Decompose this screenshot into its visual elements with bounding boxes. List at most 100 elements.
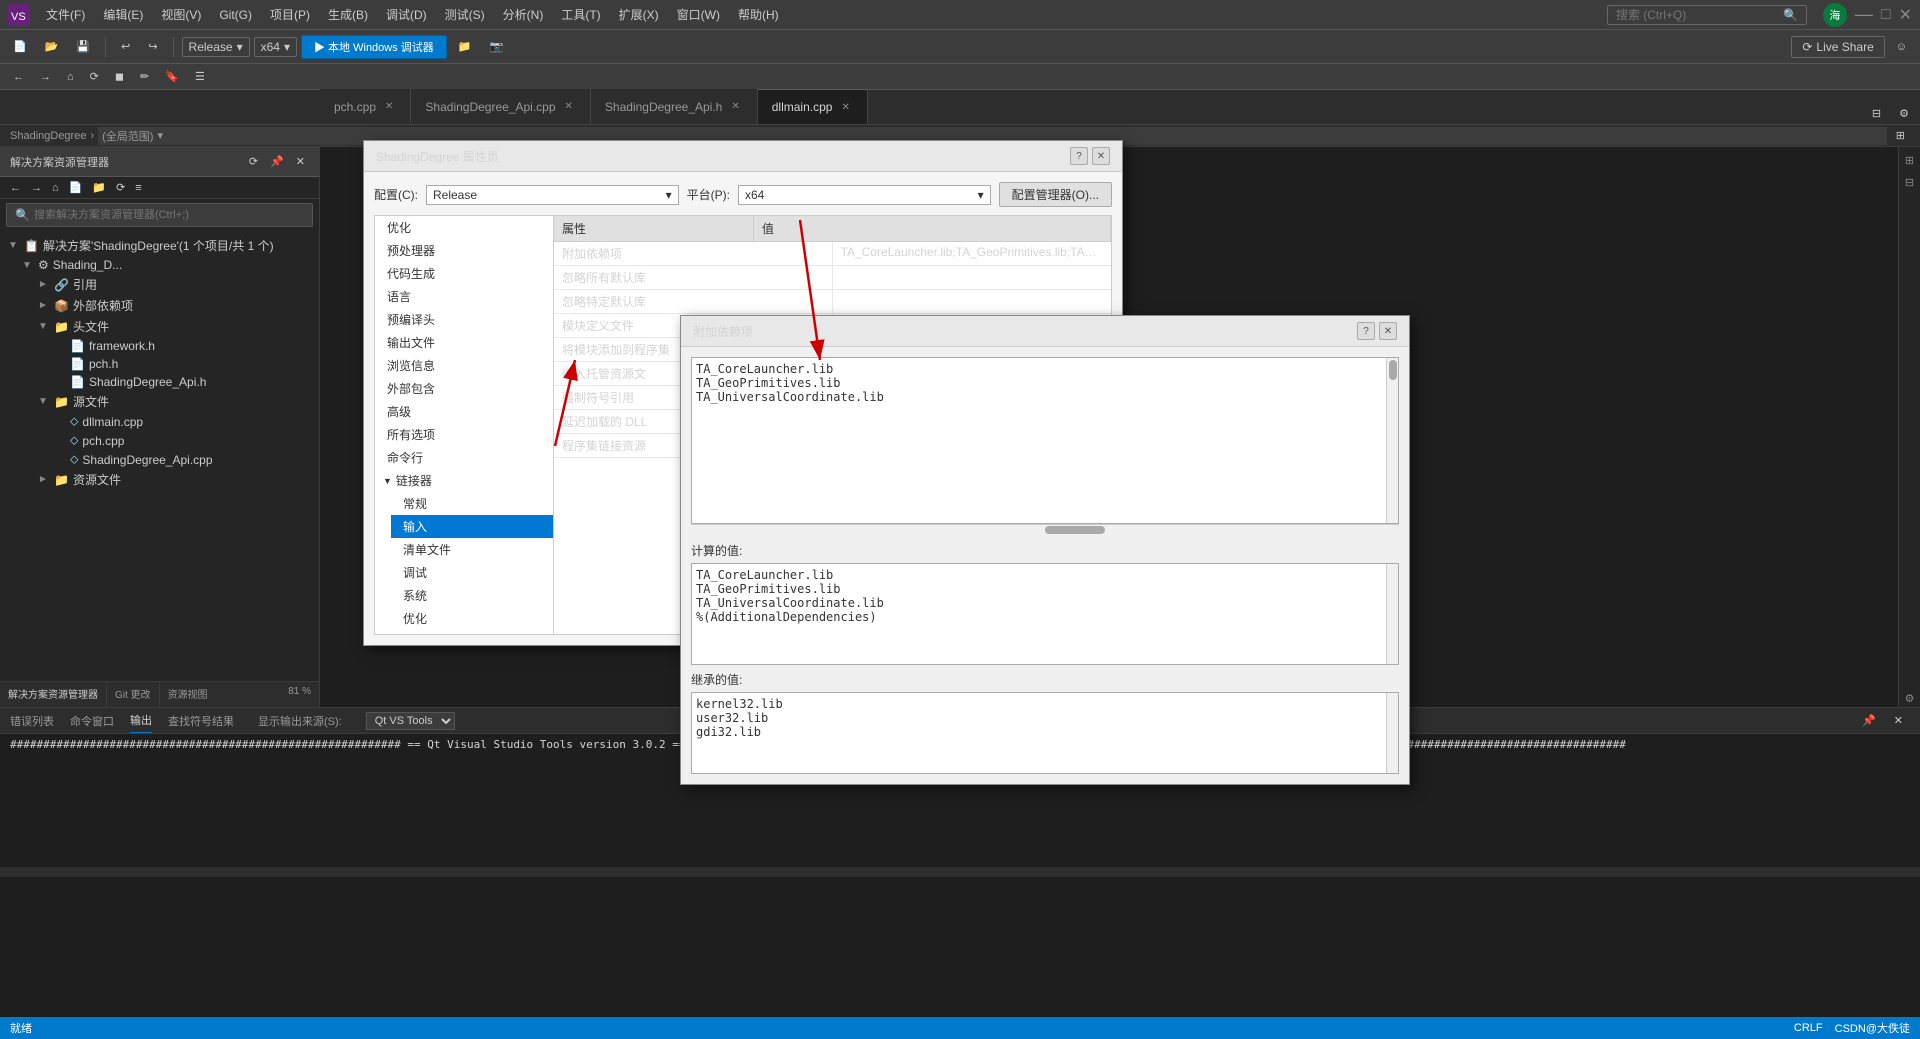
menu-project[interactable]: 项目(P) (262, 2, 318, 27)
addl-dep-textarea[interactable]: TA_CoreLauncher.lib TA_GeoPrimitives.lib… (692, 358, 1386, 523)
tree-shadingdegree-api-h[interactable]: 📄 ShadingDegree_Api.h (0, 373, 319, 391)
prop-cat-linker-system[interactable]: 系统 (391, 584, 553, 607)
prop-row-0[interactable]: 附加依赖项 TA_CoreLauncher.lib;TA_GeoPrimitiv… (554, 242, 1111, 266)
sidebar-new-file-btn[interactable]: 📄 (65, 179, 87, 196)
prop-cat-linker-debug[interactable]: 调试 (391, 561, 553, 584)
tab-api-h[interactable]: ShadingDegree_Api.h ✕ (591, 89, 758, 124)
tree-project[interactable]: ▼ ⚙ Shading_D... (0, 256, 319, 274)
prop-cat-linker-idl[interactable]: 嵌入式 IDL (391, 630, 553, 635)
tree-solution[interactable]: ▼ 📋 解决方案'ShadingDegree'(1 个项目/共 1 个) (0, 235, 319, 256)
output-close-btn[interactable]: ✕ (1887, 712, 1910, 730)
prop-cat-optimize[interactable]: 优化 (375, 216, 553, 239)
prop-group-linker[interactable]: 链接器 (375, 469, 553, 492)
output-tab-output[interactable]: 输出 (130, 708, 152, 733)
run-debugger-btn[interactable]: ▶ 本地 Windows 调试器 (301, 35, 447, 59)
addl-scrollbar-h[interactable] (691, 524, 1399, 536)
sidebar-search-input[interactable] (34, 209, 304, 221)
properties-close-btn[interactable]: ✕ (1092, 147, 1110, 165)
menu-window[interactable]: 窗口(W) (669, 2, 728, 27)
prop-cat-linker-input[interactable]: 输入 (391, 515, 553, 538)
output-tab-command[interactable]: 命令窗口 (70, 709, 114, 733)
toolbar2-home-btn[interactable]: ⌂ (60, 67, 81, 87)
prop-row-2[interactable]: 忽略特定默认库 (554, 290, 1111, 314)
sidebar-tab-git[interactable]: Git 更改 (107, 682, 160, 707)
menu-git[interactable]: Git(G) (211, 4, 260, 26)
sidebar-refresh-btn[interactable]: ⟳ (112, 179, 129, 196)
tab-new-vertical-btn[interactable]: ⊟ (1865, 103, 1888, 124)
tab-dllmain-cpp-close[interactable]: ✕ (838, 101, 852, 114)
prop-cat-advanced[interactable]: 高级 (375, 400, 553, 423)
prop-cat-external[interactable]: 外部包含 (375, 377, 553, 400)
output-source-select[interactable]: Qt VS Tools (366, 712, 455, 730)
menu-build[interactable]: 生成(B) (320, 2, 376, 27)
toolbar2-refresh-btn[interactable]: ⟳ (83, 66, 106, 87)
toolbar2-stop-btn[interactable]: ◼ (108, 66, 131, 87)
prop-cat-output[interactable]: 输出文件 (375, 331, 553, 354)
tree-external-deps[interactable]: ► 📦 外部依赖项 (0, 295, 319, 316)
open-btn[interactable]: 📂 (38, 36, 66, 57)
tab-api-cpp[interactable]: ShadingDegree_Api.cpp ✕ (411, 89, 591, 124)
camera-btn[interactable]: 📷 (483, 36, 511, 57)
prop-cat-browse[interactable]: 浏览信息 (375, 354, 553, 377)
menu-edit[interactable]: 编辑(E) (95, 2, 151, 27)
sidebar-forward-btn[interactable]: → (27, 180, 46, 196)
toolbar2-find-btn[interactable]: 🔖 (158, 66, 186, 87)
menu-extensions[interactable]: 扩展(X) (611, 2, 667, 27)
tree-framework-h[interactable]: 📄 framework.h (0, 337, 319, 355)
sidebar-tab-solution[interactable]: 解决方案资源管理器 (0, 682, 107, 707)
toolbar2-forward-btn[interactable]: → (33, 67, 58, 87)
breadcrumb-dropdown-icon[interactable]: ▾ (157, 129, 163, 142)
config-dropdown-dialog[interactable]: Release ▾ (426, 185, 679, 205)
tree-dllmain-cpp[interactable]: ⬦ dllmain.cpp (0, 412, 319, 431)
prop-cat-pch[interactable]: 预编译头 (375, 308, 553, 331)
minimize-btn[interactable]: — (1855, 4, 1873, 25)
tree-references[interactable]: ► 🔗 引用 (0, 274, 319, 295)
output-scrollbar-h[interactable] (0, 867, 1920, 877)
prop-cat-linker-manifest[interactable]: 清单文件 (391, 538, 553, 561)
addl-textarea-scrollbar[interactable] (1386, 358, 1398, 523)
arch-dropdown[interactable]: x64 ▾ (254, 37, 297, 57)
sidebar-search-box[interactable]: 🔍 (6, 203, 313, 227)
prop-cat-preprocessor[interactable]: 预处理器 (375, 239, 553, 262)
output-tab-find[interactable]: 查找符号结果 (168, 709, 234, 733)
tree-shadingdegree-api-cpp[interactable]: ⬦ ShadingDegree_Api.cpp (0, 450, 319, 469)
new-file-btn[interactable]: 📄 (6, 36, 34, 57)
right-panel-btn-bottom[interactable]: ⚙ (1901, 689, 1919, 707)
redo-btn[interactable]: ↪ (141, 36, 164, 57)
menu-test[interactable]: 测试(S) (437, 2, 493, 27)
tab-pch-cpp[interactable]: pch.cpp ✕ (320, 89, 411, 124)
menu-debug[interactable]: 调试(D) (378, 2, 435, 27)
toolbar2-back-btn[interactable]: ← (6, 67, 31, 87)
addl-dep-close-btn[interactable]: ✕ (1379, 322, 1397, 340)
prop-cat-linker-optimize[interactable]: 优化 (391, 607, 553, 630)
tab-api-h-close[interactable]: ✕ (728, 100, 742, 113)
menu-help[interactable]: 帮助(H) (730, 2, 787, 27)
right-panel-btn-2[interactable]: ⊟ (1901, 173, 1919, 191)
tab-dllmain-cpp[interactable]: dllmain.cpp ✕ (758, 89, 868, 124)
toolbar2-bookmark-btn[interactable]: ☰ (188, 66, 212, 87)
config-dropdown[interactable]: Release ▾ (182, 37, 250, 57)
right-panel-btn-1[interactable]: ⊞ (1901, 151, 1919, 169)
prop-cat-cmdline[interactable]: 命令行 (375, 446, 553, 469)
addl-dep-dialog[interactable]: 附加依赖项 ? ✕ TA_CoreLauncher.lib TA_GeoPrim… (680, 315, 1410, 785)
search-input[interactable] (1616, 8, 1783, 22)
split-editor-btn[interactable]: ⊞ (1891, 127, 1910, 145)
sidebar-filter-btn[interactable]: ≡ (131, 180, 145, 196)
sidebar-home-btn[interactable]: ⌂ (48, 180, 63, 196)
tree-resources-folder[interactable]: ► 📁 资源文件 (0, 469, 319, 490)
tree-headers-folder[interactable]: ▼ 📁 头文件 (0, 316, 319, 337)
sidebar-new-folder-btn[interactable]: 📁 (88, 179, 110, 196)
sidebar-close-btn[interactable]: ✕ (292, 153, 309, 170)
tree-pch-h[interactable]: 📄 pch.h (0, 355, 319, 373)
menu-tools[interactable]: 工具(T) (553, 2, 608, 27)
tree-pch-cpp[interactable]: ⬦ pch.cpp (0, 431, 319, 450)
line-ending[interactable]: CRLF (1794, 1022, 1823, 1034)
platform-dropdown-dialog[interactable]: x64 ▾ (738, 185, 991, 205)
menu-analyze[interactable]: 分析(N) (495, 2, 552, 27)
save-btn[interactable]: 💾 (69, 36, 97, 57)
prop-cat-language[interactable]: 语言 (375, 285, 553, 308)
addl-dep-help-btn[interactable]: ? (1357, 322, 1375, 340)
sidebar-sync-btn[interactable]: ⟳ (245, 153, 262, 170)
prop-row-1[interactable]: 忽略所有默认库 (554, 266, 1111, 290)
toolbar2-edit-btn[interactable]: ✏ (133, 66, 156, 87)
